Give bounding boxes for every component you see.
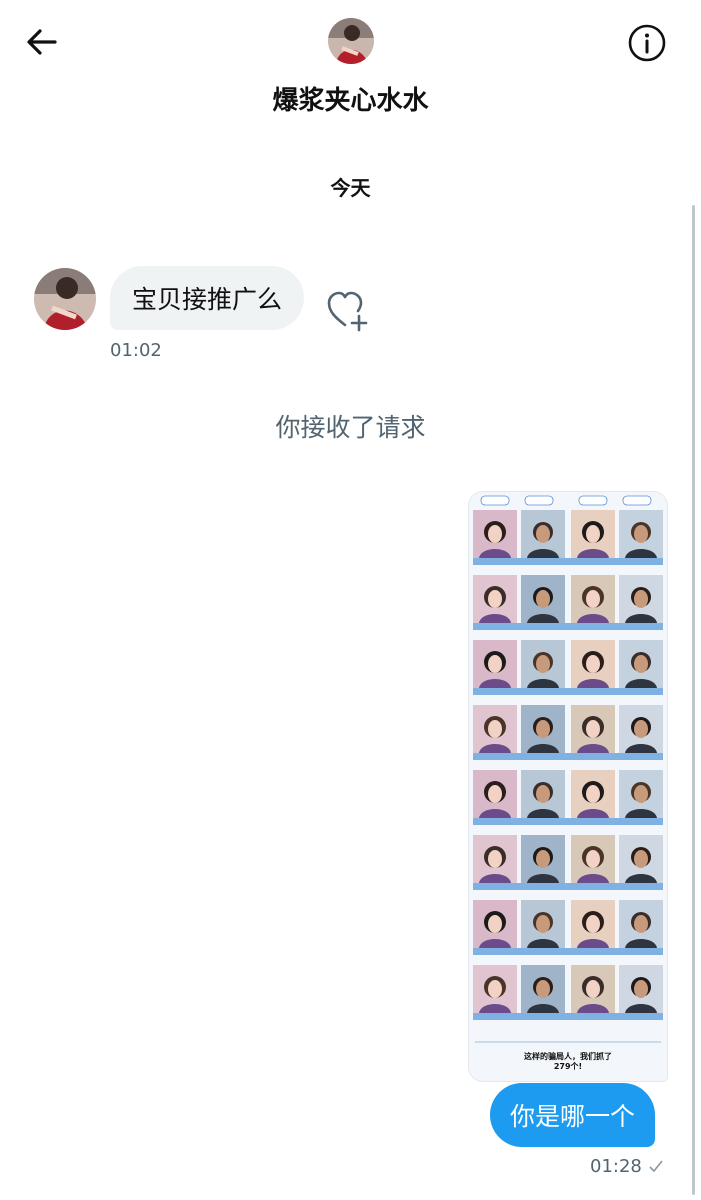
collage-thumbnail — [571, 900, 615, 948]
collage-thumbnail — [619, 835, 663, 883]
collage-thumbnail — [619, 900, 663, 948]
collage-thumbnail — [571, 705, 615, 753]
heart-plus-icon — [327, 291, 368, 332]
collage-thumbnail — [619, 510, 663, 558]
collage-thumbnail — [571, 965, 615, 1013]
collage-thumbnail — [521, 965, 565, 1013]
collage-thumbnail — [619, 705, 663, 753]
info-button[interactable] — [626, 22, 668, 64]
message-text: 你是哪一个 — [510, 1102, 636, 1131]
collage-label-band — [473, 753, 663, 760]
collage-thumbnail — [619, 575, 663, 623]
collage-thumbnail — [571, 835, 615, 883]
header-avatar[interactable] — [328, 18, 374, 64]
collage-thumbnail — [571, 510, 615, 558]
collage-thumbnail — [619, 640, 663, 688]
collage-thumbnail — [521, 575, 565, 623]
outgoing-message-bubble[interactable]: 你是哪一个 — [490, 1083, 656, 1147]
collage-thumbnail — [571, 575, 615, 623]
collage-thumbnail — [521, 640, 565, 688]
collage-label-band — [473, 948, 663, 955]
sent-check-icon — [648, 1158, 664, 1174]
collage-thumbnail — [619, 965, 663, 1013]
request-accepted-notice: 你接收了请求 — [275, 413, 426, 442]
collage-thumbnail — [521, 835, 565, 883]
collage-thumbnail — [521, 510, 565, 558]
collage-thumbnail — [473, 510, 517, 558]
collage-thumbnail — [473, 575, 517, 623]
image-caption-line1: 这样的骗局人，我们抓了 — [524, 1052, 612, 1061]
collage-thumbnail — [619, 770, 663, 818]
collage-label-band — [473, 623, 663, 630]
conversation-title: 爆浆夹心水水 — [272, 86, 429, 116]
add-reaction-button[interactable] — [326, 290, 370, 332]
message-text: 宝贝接推广么 — [132, 285, 283, 314]
date-divider: 今天 — [330, 176, 371, 200]
collage-thumbnail — [571, 640, 615, 688]
collage-label-band — [473, 1013, 663, 1020]
avatar-image — [328, 18, 374, 64]
collage-thumbnail — [571, 770, 615, 818]
collage-thumbnail — [473, 770, 517, 818]
image-caption-line2: 279个! — [553, 1062, 583, 1071]
collage-thumbnail — [473, 705, 517, 753]
collage-label-band — [473, 688, 663, 695]
info-icon — [628, 24, 666, 62]
collage-thumbnail — [521, 900, 565, 948]
back-button[interactable] — [22, 22, 62, 62]
collage-thumbnail — [473, 640, 517, 688]
collage-thumbnail — [473, 835, 517, 883]
collage-label-band — [473, 883, 663, 890]
photo-collage-image — [469, 492, 667, 1081]
scrollbar[interactable] — [692, 205, 695, 1195]
collage-thumbnail — [473, 900, 517, 948]
arrow-left-icon — [27, 29, 57, 55]
collage-label-band — [473, 558, 663, 565]
collage-label-band — [473, 818, 663, 825]
sender-avatar[interactable] — [34, 268, 96, 330]
message-timestamp: 01:28 — [590, 1156, 642, 1177]
avatar-image — [34, 268, 96, 330]
message-timestamp: 01:02 — [110, 340, 162, 361]
collage-thumbnail — [473, 965, 517, 1013]
incoming-message-bubble[interactable]: 宝贝接推广么 — [110, 266, 305, 330]
collage-thumbnail — [521, 770, 565, 818]
collage-thumbnail — [521, 705, 565, 753]
shared-image-message[interactable]: 这样的骗局人，我们抓了 279个! — [469, 492, 667, 1081]
image-caption: 这样的骗局人，我们抓了 279个! — [469, 1052, 667, 1072]
